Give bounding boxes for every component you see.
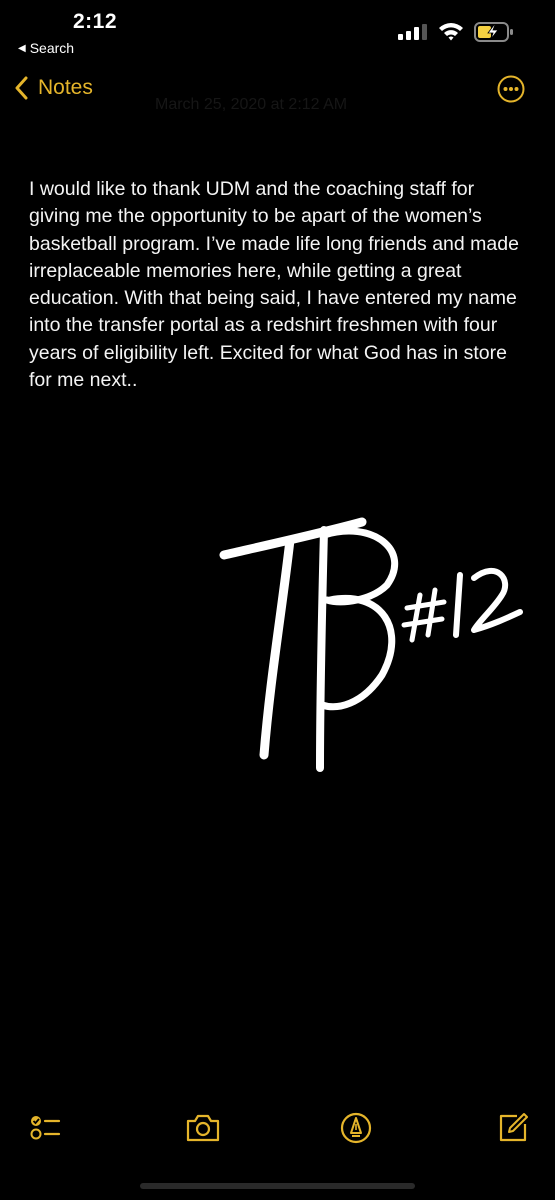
camera-icon[interactable] (183, 1108, 223, 1148)
home-indicator (140, 1183, 415, 1189)
handwritten-signature (219, 517, 523, 772)
ellipsis-circle-icon[interactable] (497, 75, 525, 103)
note-body-text[interactable]: I would like to thank UDM and the coachi… (29, 176, 529, 394)
wifi-icon (439, 23, 463, 41)
note-date: March 25, 2020 at 2:12 AM (155, 96, 348, 113)
status-bar: 2:12 ◀ Search (0, 0, 555, 62)
cellular-signal-icon (398, 24, 427, 40)
back-triangle-icon: ◀ (18, 42, 26, 54)
markup-pen-icon[interactable] (336, 1108, 376, 1148)
bottom-toolbar (0, 1100, 555, 1160)
chevron-left-icon (15, 76, 28, 100)
notes-back-button[interactable]: Notes (14, 76, 93, 100)
notes-back-label: Notes (38, 76, 93, 99)
status-time: 2:12 (73, 10, 118, 33)
back-to-app-link[interactable]: ◀ Search (18, 40, 74, 56)
back-app-label: Search (29, 40, 75, 56)
battery-charging-icon (474, 22, 513, 42)
checklist-icon[interactable] (25, 1108, 65, 1148)
compose-icon[interactable] (493, 1108, 533, 1148)
